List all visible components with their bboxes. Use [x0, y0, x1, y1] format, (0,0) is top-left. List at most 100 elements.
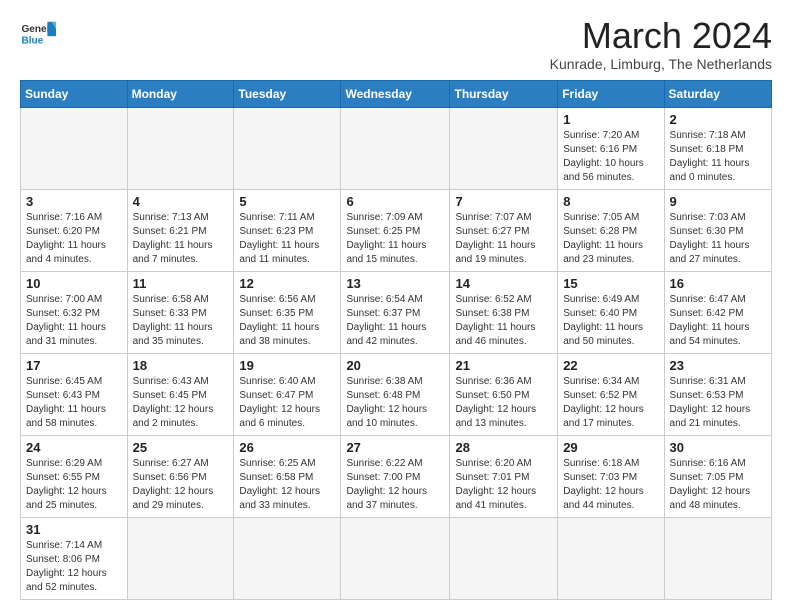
day-info: Sunrise: 6:43 AM Sunset: 6:45 PM Dayligh…	[133, 375, 229, 431]
day-number: 8	[563, 194, 658, 209]
day-info: Sunrise: 6:34 AM Sunset: 6:52 PM Dayligh…	[563, 375, 658, 431]
day-info: Sunrise: 7:13 AM Sunset: 6:21 PM Dayligh…	[133, 211, 229, 267]
calendar-day-cell: 1 Sunrise: 7:20 AM Sunset: 6:16 PM Daylig…	[558, 107, 664, 189]
calendar-week-row: 31Sunrise: 7:14 AM Sunset: 8:06 PM Dayli…	[21, 517, 772, 599]
calendar-day-cell: 12 Sunrise: 6:56 AM Sunset: 6:35 PM Dayli…	[234, 271, 341, 353]
day-number: 27	[346, 440, 444, 455]
day-info: Sunrise: 6:45 AM Sunset: 6:43 PM Dayligh…	[26, 375, 122, 431]
calendar-day-cell: 9 Sunrise: 7:03 AM Sunset: 6:30 PM Daylig…	[664, 189, 771, 271]
day-number: 14	[455, 276, 552, 291]
calendar-day-cell: 26 Sunrise: 6:25 AM Sunset: 6:58 PM Dayli…	[234, 435, 341, 517]
day-info: Sunrise: 6:22 AM Sunset: 7:00 PM Dayligh…	[346, 457, 444, 513]
day-number: 9	[670, 194, 766, 209]
calendar-day-cell	[234, 517, 341, 599]
calendar-day-cell: 25Sunrise: 6:27 AM Sunset: 6:56 PM Dayli…	[127, 435, 234, 517]
day-number: 15	[563, 276, 658, 291]
calendar-day-cell: 29Sunrise: 6:18 AM Sunset: 7:03 PM Dayli…	[558, 435, 664, 517]
day-number: 7	[455, 194, 552, 209]
calendar-day-cell: 3Sunrise: 7:16 AM Sunset: 6:20 PM Daylig…	[21, 189, 128, 271]
calendar-day-cell: 10 Sunrise: 7:00 AM Sunset: 6:32 PM Dayli…	[21, 271, 128, 353]
day-number: 10	[26, 276, 122, 291]
day-info: Sunrise: 7:09 AM Sunset: 6:25 PM Dayligh…	[346, 211, 444, 267]
calendar-day-cell	[341, 517, 450, 599]
day-info: Sunrise: 6:56 AM Sunset: 6:35 PM Dayligh…	[239, 293, 335, 349]
calendar-day-cell	[127, 107, 234, 189]
calendar-day-cell	[234, 107, 341, 189]
day-info: Sunrise: 7:05 AM Sunset: 6:28 PM Dayligh…	[563, 211, 658, 267]
calendar-day-cell: 21 Sunrise: 6:36 AM Sunset: 6:50 PM Dayli…	[450, 353, 558, 435]
day-number: 5	[239, 194, 335, 209]
day-number: 28	[455, 440, 552, 455]
day-number: 4	[133, 194, 229, 209]
day-number: 2	[670, 112, 766, 127]
weekday-header: Friday	[558, 80, 664, 107]
day-info: Sunrise: 6:16 AM Sunset: 7:05 PM Dayligh…	[670, 457, 766, 513]
calendar-day-cell: 7 Sunrise: 7:07 AM Sunset: 6:27 PM Daylig…	[450, 189, 558, 271]
calendar-day-cell	[21, 107, 128, 189]
day-info: Sunrise: 6:25 AM Sunset: 6:58 PM Dayligh…	[239, 457, 335, 513]
calendar-day-cell: 8 Sunrise: 7:05 AM Sunset: 6:28 PM Daylig…	[558, 189, 664, 271]
day-info: Sunrise: 6:47 AM Sunset: 6:42 PM Dayligh…	[670, 293, 766, 349]
calendar-day-cell: 31Sunrise: 7:14 AM Sunset: 8:06 PM Dayli…	[21, 517, 128, 599]
day-info: Sunrise: 6:20 AM Sunset: 7:01 PM Dayligh…	[455, 457, 552, 513]
day-number: 13	[346, 276, 444, 291]
day-number: 26	[239, 440, 335, 455]
calendar-day-cell	[450, 517, 558, 599]
calendar-week-row: 24Sunrise: 6:29 AM Sunset: 6:55 PM Dayli…	[21, 435, 772, 517]
weekday-header: Thursday	[450, 80, 558, 107]
calendar-day-cell: 6Sunrise: 7:09 AM Sunset: 6:25 PM Daylig…	[341, 189, 450, 271]
day-number: 30	[670, 440, 766, 455]
day-info: Sunrise: 6:58 AM Sunset: 6:33 PM Dayligh…	[133, 293, 229, 349]
weekday-header: Saturday	[664, 80, 771, 107]
calendar-day-cell: 18 Sunrise: 6:43 AM Sunset: 6:45 PM Dayli…	[127, 353, 234, 435]
logo: General Blue	[20, 16, 56, 52]
calendar-week-row: 3Sunrise: 7:16 AM Sunset: 6:20 PM Daylig…	[21, 189, 772, 271]
calendar-day-cell: 30 Sunrise: 6:16 AM Sunset: 7:05 PM Dayli…	[664, 435, 771, 517]
day-info: Sunrise: 6:49 AM Sunset: 6:40 PM Dayligh…	[563, 293, 658, 349]
day-info: Sunrise: 7:11 AM Sunset: 6:23 PM Dayligh…	[239, 211, 335, 267]
day-number: 25	[133, 440, 229, 455]
day-info: Sunrise: 7:18 AM Sunset: 6:18 PM Dayligh…	[670, 129, 766, 185]
calendar-week-row: 17 Sunrise: 6:45 AM Sunset: 6:43 PM Dayli…	[21, 353, 772, 435]
page-header: General Blue March 2024 Kunrade, Limburg…	[20, 16, 772, 72]
day-info: Sunrise: 7:20 AM Sunset: 6:16 PM Dayligh…	[563, 129, 658, 185]
day-number: 24	[26, 440, 122, 455]
day-number: 23	[670, 358, 766, 373]
calendar-week-row: 1 Sunrise: 7:20 AM Sunset: 6:16 PM Daylig…	[21, 107, 772, 189]
day-info: Sunrise: 6:40 AM Sunset: 6:47 PM Dayligh…	[239, 375, 335, 431]
day-number: 18	[133, 358, 229, 373]
calendar-day-cell: 2 Sunrise: 7:18 AM Sunset: 6:18 PM Daylig…	[664, 107, 771, 189]
day-info: Sunrise: 6:36 AM Sunset: 6:50 PM Dayligh…	[455, 375, 552, 431]
day-info: Sunrise: 7:16 AM Sunset: 6:20 PM Dayligh…	[26, 211, 122, 267]
calendar-day-cell: 5 Sunrise: 7:11 AM Sunset: 6:23 PM Daylig…	[234, 189, 341, 271]
calendar-day-cell: 24Sunrise: 6:29 AM Sunset: 6:55 PM Dayli…	[21, 435, 128, 517]
day-info: Sunrise: 7:03 AM Sunset: 6:30 PM Dayligh…	[670, 211, 766, 267]
day-info: Sunrise: 7:07 AM Sunset: 6:27 PM Dayligh…	[455, 211, 552, 267]
day-number: 21	[455, 358, 552, 373]
calendar-day-cell: 23Sunrise: 6:31 AM Sunset: 6:53 PM Dayli…	[664, 353, 771, 435]
calendar-day-cell: 20Sunrise: 6:38 AM Sunset: 6:48 PM Dayli…	[341, 353, 450, 435]
day-info: Sunrise: 7:00 AM Sunset: 6:32 PM Dayligh…	[26, 293, 122, 349]
month-title: March 2024	[550, 16, 772, 56]
calendar-day-cell: 17 Sunrise: 6:45 AM Sunset: 6:43 PM Dayli…	[21, 353, 128, 435]
day-info: Sunrise: 7:14 AM Sunset: 8:06 PM Dayligh…	[26, 539, 122, 595]
weekday-header: Monday	[127, 80, 234, 107]
day-number: 19	[239, 358, 335, 373]
calendar-day-cell: 28 Sunrise: 6:20 AM Sunset: 7:01 PM Dayli…	[450, 435, 558, 517]
calendar-header-row: SundayMondayTuesdayWednesdayThursdayFrid…	[21, 80, 772, 107]
day-number: 17	[26, 358, 122, 373]
calendar-day-cell: 19 Sunrise: 6:40 AM Sunset: 6:47 PM Dayli…	[234, 353, 341, 435]
location: Kunrade, Limburg, The Netherlands	[550, 56, 772, 72]
calendar-day-cell: 14Sunrise: 6:52 AM Sunset: 6:38 PM Dayli…	[450, 271, 558, 353]
day-number: 22	[563, 358, 658, 373]
calendar-day-cell: 15 Sunrise: 6:49 AM Sunset: 6:40 PM Dayli…	[558, 271, 664, 353]
day-number: 29	[563, 440, 658, 455]
weekday-header: Wednesday	[341, 80, 450, 107]
day-number: 1	[563, 112, 658, 127]
weekday-header: Sunday	[21, 80, 128, 107]
calendar-day-cell: 22 Sunrise: 6:34 AM Sunset: 6:52 PM Dayli…	[558, 353, 664, 435]
title-area: March 2024 Kunrade, Limburg, The Netherl…	[550, 16, 772, 72]
logo-icon: General Blue	[20, 16, 56, 52]
day-number: 12	[239, 276, 335, 291]
day-number: 11	[133, 276, 229, 291]
